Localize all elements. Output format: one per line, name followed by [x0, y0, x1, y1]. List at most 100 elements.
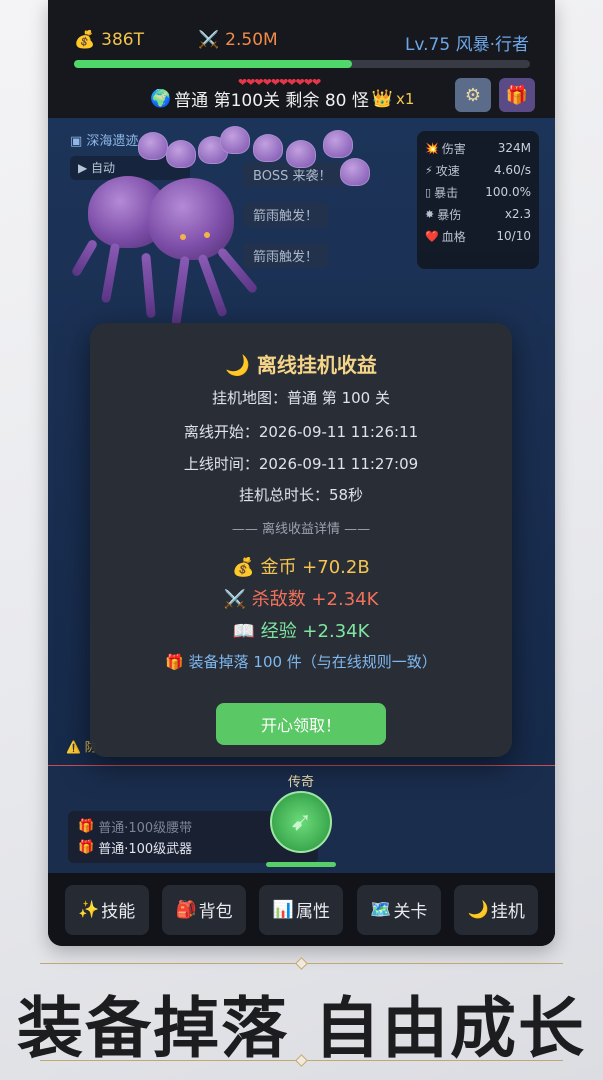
- power-counter: ⚔️ 2.50M: [198, 30, 278, 50]
- stat-label: 暴伤: [437, 207, 462, 222]
- stat-attack-speed: ⚡ 攻速 4.60/s: [425, 159, 531, 181]
- backpack-icon: 🎒: [175, 899, 197, 920]
- nav-label: 背包: [198, 902, 233, 922]
- tentacle: [100, 242, 121, 304]
- gift-icon: 🎁: [78, 840, 95, 855]
- octopus-eye: [180, 234, 186, 240]
- crossed-swords-icon: ⚔️: [198, 30, 220, 50]
- gift-button[interactable]: 🎁: [499, 78, 535, 112]
- chart-icon: 📊: [272, 899, 295, 920]
- skill-strip: 传奇 🎁 普通·100级腰带 🎁 普通·100级武器 ➹: [48, 765, 555, 873]
- stat-damage: 💥 伤害 324M: [425, 137, 531, 159]
- enemy-octopus: [253, 134, 283, 162]
- nav-idle-button[interactable]: 🌙 挂机: [454, 884, 539, 935]
- crit-icon: ▯: [425, 185, 432, 199]
- auto-label: 自动: [91, 161, 116, 175]
- stat-value: x2.3: [504, 207, 531, 221]
- battle-log-line: 箭雨触发！: [243, 243, 329, 268]
- nav-attributes-button[interactable]: 📊 属性: [259, 884, 344, 935]
- tentacle: [141, 252, 156, 319]
- tentacle: [171, 255, 190, 327]
- stat-value: 4.60/s: [493, 163, 531, 177]
- gift-icon: 🎁: [78, 819, 95, 834]
- enemy-octopus: [220, 126, 250, 154]
- moon-icon: 🌙: [467, 899, 489, 920]
- globe-icon: 🌍: [150, 88, 172, 109]
- promo-banner: 装备掉落 自由成长: [0, 955, 603, 1080]
- drop-item-text: 普通·100级武器: [98, 842, 193, 857]
- offline-start: 离线开始：2026-09-11 11:26:11: [183, 423, 419, 441]
- rarity-label: 传奇: [288, 775, 315, 790]
- stage-info: 🌍 普通 第100关 剩余 80 怪 👑 x1: [150, 86, 414, 112]
- map-icon: 🗺️: [370, 899, 392, 920]
- battle-log-line: 箭雨触发！: [243, 202, 329, 227]
- idle-map: 挂机地图：普通 第 100 关: [212, 389, 390, 407]
- zone-label: ▣ 深海遗迹: [70, 134, 139, 149]
- skill-cooldown-bar: [266, 862, 336, 867]
- gold-value: 386T: [101, 30, 145, 50]
- dialog-title: 🌙 离线挂机收益: [225, 353, 377, 377]
- nav-label: 关卡: [393, 902, 428, 922]
- crown-icon: 👑: [371, 88, 394, 109]
- rewards-divider: —— 离线收益详情 ——: [231, 522, 371, 537]
- reward-equipment: 🎁 装备掉落 100 件（与在线规则一致）: [165, 653, 437, 671]
- bow-icon: ➹: [290, 807, 312, 837]
- nav-label: 属性: [296, 902, 331, 922]
- enemy-octopus: [286, 140, 316, 168]
- stat-value: 10/10: [496, 229, 531, 243]
- money-bag-icon: 💰: [74, 30, 96, 50]
- drop-item-text: 普通·100级腰带: [98, 821, 193, 836]
- power-value: 2.50M: [225, 30, 278, 50]
- octopus-eye: [204, 232, 210, 238]
- stat-value: 100.0%: [485, 185, 531, 199]
- reward-gold: 💰 金币 +70.2B: [232, 557, 370, 578]
- xp-bar-fill: [74, 60, 353, 68]
- reward-exp: 📖 经验 +2.34K: [232, 621, 370, 642]
- nav-label: 技能: [101, 902, 136, 922]
- nav-label: 挂机: [490, 902, 525, 922]
- warning-icon: ⚠️: [66, 740, 81, 754]
- skill-orb-button[interactable]: ➹: [270, 791, 332, 853]
- idle-duration: 挂机总时长：58秒: [238, 486, 364, 504]
- stat-crit-rate: ▯ 暴击 100.0%: [425, 181, 531, 203]
- game-screen: 💰 386T ⚔️ 2.50M Lv.75 风暴·行者 ❤❤❤❤❤❤❤❤❤❤ 🌍…: [48, 0, 555, 946]
- stat-label: 攻速: [435, 163, 460, 178]
- enemy-octopus: [323, 130, 353, 158]
- banner-diamond: [295, 957, 308, 970]
- online-time: 上线时间：2026-09-11 11:27:09: [183, 455, 419, 473]
- stat-label: 伤害: [441, 141, 466, 156]
- tentacle: [197, 253, 228, 318]
- xp-bar: [74, 60, 530, 68]
- nav-skills-button[interactable]: ✨ 技能: [64, 884, 149, 935]
- burst-icon: ✸: [425, 207, 435, 221]
- stat-label: 暴击: [434, 185, 459, 200]
- stat-label: 血格: [441, 229, 466, 244]
- sparkles-icon: ✨: [78, 899, 100, 920]
- settings-button[interactable]: ⚙: [455, 78, 491, 112]
- claim-button[interactable]: 开心领取！: [216, 703, 386, 745]
- reward-kills: ⚔️ 杀敌数 +2.34K: [223, 589, 379, 610]
- player-level: Lv.75 风暴·行者: [404, 35, 529, 55]
- zone-name: 深海遗迹: [86, 134, 139, 149]
- lightning-icon: ⚡: [425, 163, 433, 177]
- enemy-octopus: [138, 132, 168, 160]
- enemy-octopus: [166, 140, 196, 168]
- offline-rewards-dialog: 🌙 离线挂机收益 挂机地图：普通 第 100 关 离线开始：2026-09-11…: [90, 323, 512, 757]
- explosion-icon: 💥: [425, 141, 439, 155]
- stat-value: 324M: [497, 141, 531, 155]
- gold-counter: 💰 386T: [74, 30, 144, 50]
- drop-item: 🎁 普通·100级武器: [78, 837, 308, 858]
- gift-icon: 🎁: [505, 84, 529, 106]
- stat-crit-damage: ✸ 暴伤 x2.3: [425, 203, 531, 225]
- stat-health: ❤️ 血格 10/10: [425, 225, 531, 247]
- nav-stages-button[interactable]: 🗺️ 关卡: [356, 884, 441, 935]
- top-bar: 💰 386T ⚔️ 2.50M Lv.75 风暴·行者 ❤❤❤❤❤❤❤❤❤❤ 🌍…: [48, 0, 555, 118]
- combat-stats-panel: 💥 伤害 324M ⚡ 攻速 4.60/s ▯ 暴击 100.0% ✸ 暴伤 x2.3 …: [417, 131, 539, 269]
- tentacle: [70, 238, 99, 278]
- enemy-octopus: [340, 158, 370, 186]
- stage-text: 普通 第100关 剩余 80 怪: [174, 91, 369, 111]
- gear-icon: ⚙: [464, 84, 482, 106]
- nav-backpack-button[interactable]: 🎒 背包: [162, 884, 247, 935]
- bottom-nav: ✨ 技能 🎒 背包 📊 属性 🗺️ 关卡 🌙 挂机: [48, 873, 555, 946]
- heart-icon: ❤️: [425, 229, 439, 243]
